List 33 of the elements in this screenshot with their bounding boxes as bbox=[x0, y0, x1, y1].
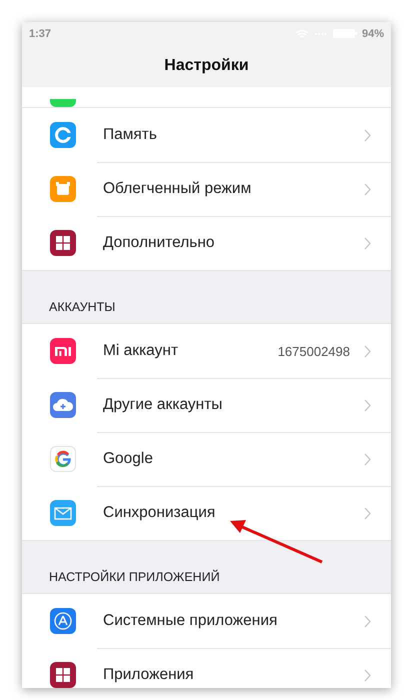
item-label: Mi аккаунт bbox=[103, 342, 180, 360]
settings-item[interactable]: Синхронизация bbox=[22, 486, 391, 540]
item-label: Google bbox=[103, 450, 154, 468]
settings-item[interactable]: Облегченный режим bbox=[22, 162, 391, 216]
screen-title: Настройки bbox=[164, 57, 249, 75]
settings-item[interactable]: Приложения bbox=[22, 648, 391, 688]
item-label: Дополнительно bbox=[103, 234, 216, 252]
settings-item[interactable]: Память bbox=[22, 108, 391, 162]
chevron-icon bbox=[364, 344, 371, 358]
chevron-icon bbox=[364, 128, 371, 142]
chevron-icon bbox=[364, 236, 371, 250]
section-header: НАСТРОЙКИ ПРИЛОЖЕНИЙ bbox=[49, 570, 220, 584]
settings-item[interactable]: Дополнительно bbox=[22, 216, 391, 270]
chevron-icon bbox=[364, 398, 371, 412]
settings-item[interactable]: Другие аккаунты bbox=[22, 378, 391, 432]
item-label: Память bbox=[103, 126, 158, 144]
chevron-icon bbox=[364, 614, 371, 628]
chevron-icon bbox=[364, 506, 371, 520]
item-label: Другие аккаунты bbox=[103, 396, 224, 414]
account-id: 1675002498 bbox=[278, 344, 350, 358]
item-label: Синхронизация bbox=[103, 504, 216, 522]
settings-item[interactable]: Mi аккаунт 1675002498 bbox=[22, 324, 391, 378]
status-time: 1:37 bbox=[29, 28, 52, 40]
settings-item[interactable]: Google bbox=[22, 432, 391, 486]
battery-percent: 94% bbox=[362, 28, 384, 40]
settings-item[interactable]: Системные приложения bbox=[22, 594, 391, 648]
chevron-icon bbox=[364, 452, 371, 466]
item-label: Приложения bbox=[103, 666, 195, 684]
section-header: АККАУНТЫ bbox=[49, 300, 116, 314]
item-label: Системные приложения bbox=[103, 612, 278, 630]
chevron-icon bbox=[364, 182, 371, 196]
chevron-icon bbox=[364, 668, 371, 682]
item-label: Облегченный режим bbox=[103, 180, 252, 198]
